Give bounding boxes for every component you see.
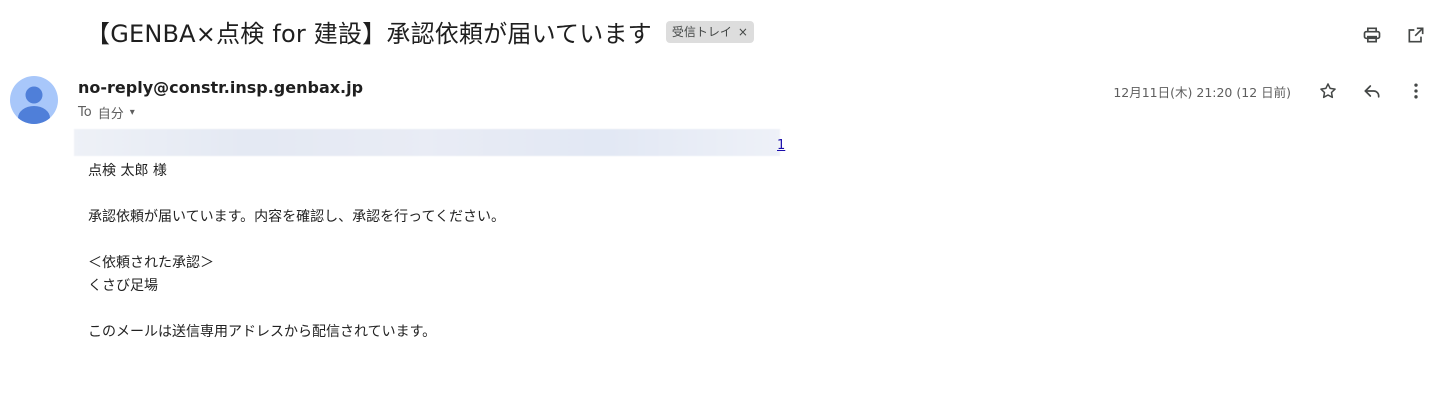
approval-item: くさび足場 (88, 278, 158, 294)
avatar[interactable] (10, 76, 58, 124)
chevron-down-icon[interactable]: ▾ (130, 107, 135, 118)
recipient-line[interactable]: To 自分 ▾ (78, 103, 363, 122)
inbox-label-text: 受信トレイ (671, 24, 732, 39)
print-icon[interactable] (1361, 24, 1383, 46)
banner-link[interactable]: 1 (777, 138, 785, 153)
timestamp: 12月11日(木) 21:20 (12 日前) (1113, 84, 1291, 100)
footer-note: このメールは送信専用アドレスから配信されています。 (88, 324, 437, 340)
blurred-banner (74, 129, 780, 156)
star-icon[interactable] (1317, 80, 1339, 102)
top-actions (1361, 24, 1427, 46)
email-body: 点検 太郎 様 承認依頼が届いています。内容を確認し、承認を行ってください。 ＜… (88, 160, 505, 344)
email-view: 【GENBA×点検 for 建設】承認依頼が届いています 受信トレイ × no-… (0, 0, 1443, 417)
inbox-label-chip[interactable]: 受信トレイ × (665, 20, 754, 43)
open-in-new-icon[interactable] (1405, 24, 1427, 46)
to-prefix: To (78, 105, 92, 120)
email-subject-row: 【GENBA×点検 for 建設】承認依頼が届いています 受信トレイ × (86, 14, 754, 49)
section-header: ＜依頼された承認＞ (88, 255, 214, 271)
more-vert-icon[interactable] (1405, 80, 1427, 102)
sender-block: no-reply@constr.insp.genbax.jp To 自分 ▾ (78, 78, 363, 122)
remove-label-icon[interactable]: × (738, 24, 748, 40)
reply-icon[interactable] (1361, 80, 1383, 102)
to-value: 自分 (97, 107, 124, 122)
email-subject: 【GENBA×点検 for 建設】承認依頼が届いています (86, 20, 652, 48)
sender-email[interactable]: no-reply@constr.insp.genbax.jp (78, 78, 363, 98)
body-line-1: 承認依頼が届いています。内容を確認し、承認を行ってください。 (88, 209, 506, 225)
message-meta: 12月11日(木) 21:20 (12 日前) (1113, 80, 1427, 102)
greeting: 点検 太郎 様 (88, 163, 167, 179)
